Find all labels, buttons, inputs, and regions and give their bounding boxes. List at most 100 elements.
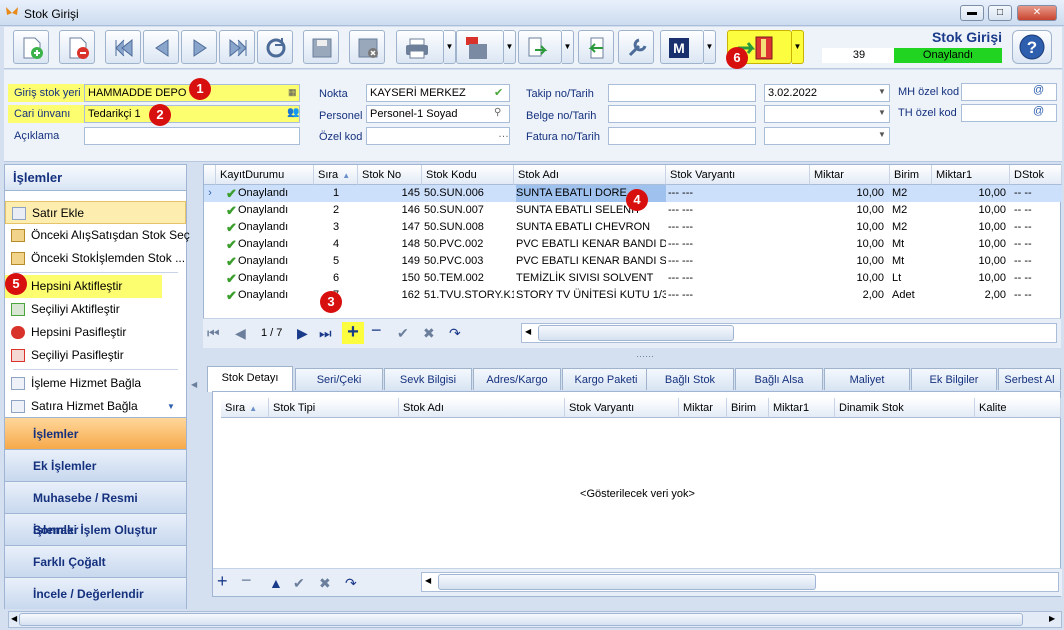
tab-stok-detayi[interactable]: Stok Detayı: [207, 366, 293, 392]
nokta-field[interactable]: KAYSERİ MERKEZ: [366, 84, 510, 102]
table-row[interactable]: ✔ Onaylandı 3 147 50.SUN.008 SUNTA EBATLI CHE…: [204, 219, 1062, 236]
tab-kargo-paketi[interactable]: Kargo Paketi: [562, 368, 650, 390]
column-header[interactable]: Miktar: [679, 398, 727, 418]
column-header[interactable]: DStok: [1010, 165, 1062, 185]
column-header[interactable]: Stok Adı: [399, 398, 565, 418]
column-header[interactable]: Miktar1: [769, 398, 835, 418]
personel-field[interactable]: Personel-1 Soyad: [366, 105, 510, 123]
cancel-x-icon[interactable]: ✖: [319, 575, 331, 592]
table-row[interactable]: ✔ Onaylandı 5 149 50.PVC.003 PVC EBATLI KENAR…: [204, 253, 1062, 270]
last-page-icon[interactable]: ⏭: [319, 325, 332, 342]
cancel-x-icon[interactable]: ✖: [423, 325, 435, 342]
column-header[interactable]: Stok Kodu: [422, 165, 514, 185]
scroll-left-icon[interactable]: ◀: [425, 576, 431, 585]
chevron-down-icon[interactable]: ▼: [878, 108, 886, 117]
export-pdf-button[interactable]: [456, 30, 504, 64]
scroll-left-icon[interactable]: ◀: [11, 614, 17, 623]
sidebar-item-hepsini-aktiflestir[interactable]: Hepsini Aktifleştir: [5, 275, 162, 298]
first-record-button[interactable]: [105, 30, 141, 64]
column-header[interactable]: Dinamik Stok: [835, 398, 975, 418]
confirm-check-icon[interactable]: ✔: [397, 325, 409, 342]
belge-no-field[interactable]: [608, 105, 756, 123]
settings-tools-button[interactable]: [618, 30, 654, 64]
first-page-icon[interactable]: ⏮: [207, 325, 220, 342]
belge-tarih-field[interactable]: [764, 105, 890, 123]
at-sign-icon[interactable]: @: [1033, 105, 1044, 117]
remove-row-icon[interactable]: −: [241, 570, 252, 591]
column-header[interactable]: KayıtDurumu: [216, 165, 314, 185]
previous-record-button[interactable]: [143, 30, 179, 64]
print-dropdown-button[interactable]: ▼: [444, 30, 456, 64]
save-button[interactable]: [303, 30, 339, 64]
help-button[interactable]: ?: [1012, 30, 1052, 64]
new-document-button[interactable]: [13, 30, 49, 64]
add-row-plus-icon[interactable]: +: [342, 322, 364, 344]
column-header[interactable]: Stok Adı: [514, 165, 666, 185]
refresh-arrow-icon[interactable]: ↷: [449, 325, 461, 342]
tab-sevk-bilgisi[interactable]: Sevk Bilgisi: [384, 368, 472, 390]
takip-no-field[interactable]: [608, 84, 756, 102]
table-row[interactable]: ✔ Onaylandı 6 150 50.TEM.002 TEMİZLİK SIVISI …: [204, 270, 1062, 287]
minimize-button[interactable]: ▬: [960, 5, 984, 21]
scroll-thumb[interactable]: [19, 613, 1023, 626]
tab-bagli-alsa[interactable]: Bağlı Alsa: [735, 368, 823, 390]
takip-tarih-field[interactable]: 3.02.2022: [764, 84, 890, 102]
column-header[interactable]: Stok No: [358, 165, 422, 185]
fatura-no-field[interactable]: [608, 127, 756, 145]
delete-document-button[interactable]: [59, 30, 95, 64]
scroll-right-icon[interactable]: ▶: [1049, 614, 1055, 623]
column-header[interactable]: Stok Varyantı: [666, 165, 810, 185]
fatura-tarih-field[interactable]: [764, 127, 890, 145]
sidebar-item-hepsini-pasiflestir[interactable]: Hepsini Pasifleştir: [5, 321, 186, 344]
column-header[interactable]: Stok Tipi: [269, 398, 399, 418]
close-button[interactable]: ✕: [1017, 5, 1057, 21]
column-header[interactable]: Birim: [727, 398, 769, 418]
nav-islemler[interactable]: İşlemler: [5, 417, 186, 449]
save-close-button[interactable]: [349, 30, 385, 64]
exit-dropdown-button[interactable]: ▼: [792, 30, 804, 64]
m-module-button[interactable]: M: [660, 30, 704, 64]
sidebar-item-isleme-hizmet[interactable]: İşleme Hizmet Bağla: [5, 372, 186, 395]
tab-seri-ceki[interactable]: Seri/Çeki: [295, 368, 383, 390]
next-page-icon[interactable]: ▶: [297, 325, 308, 342]
nav-muhasebe[interactable]: Muhasebe / Resmi İşlemler: [5, 481, 186, 537]
import-button[interactable]: [578, 30, 614, 64]
next-record-button[interactable]: [181, 30, 217, 64]
refresh-arrow-icon[interactable]: ↷: [345, 575, 357, 592]
sidebar-item-seciliyi-aktiflestir[interactable]: Seçiliyi Aktifleştir: [5, 298, 186, 321]
column-header[interactable]: Kalite: [975, 398, 1061, 418]
previous-page-icon[interactable]: ◀: [235, 325, 246, 342]
m-module-dropdown[interactable]: ▼: [704, 30, 716, 64]
aciklama-field[interactable]: [84, 127, 300, 145]
print-button[interactable]: [396, 30, 444, 64]
maximize-button[interactable]: □: [988, 5, 1012, 21]
sidebar-item-onceki-alis-satis[interactable]: Önceki AlışSatışdan Stok Seç: [5, 224, 190, 247]
people-lookup-icon[interactable]: 👥: [287, 107, 299, 118]
move-up-icon[interactable]: ▲: [269, 575, 283, 591]
tab-adres-kargo[interactable]: Adres/Kargo: [473, 368, 561, 390]
scroll-thumb[interactable]: [538, 325, 734, 341]
nav-incele[interactable]: İncele / Değerlendir: [5, 577, 186, 609]
chevron-down-icon[interactable]: ▼: [878, 130, 886, 139]
ozel-kod-field[interactable]: [366, 127, 510, 145]
export-dropdown-button[interactable]: ▼: [504, 30, 516, 64]
person-lookup-icon[interactable]: ⚲: [494, 107, 501, 118]
sidebar-item-onceki-stok-islem[interactable]: Önceki Stokİşlemden Stok ...: [5, 247, 186, 270]
nav-sonraki-islem[interactable]: Sonraki İşlem Oluştur: [5, 513, 186, 545]
confirm-check-icon[interactable]: ✔: [293, 575, 305, 592]
detail-horizontal-scrollbar[interactable]: ◀: [421, 572, 1059, 592]
chevron-down-icon[interactable]: ▼: [167, 395, 175, 418]
tab-bagli-stok[interactable]: Bağlı Stok: [646, 368, 734, 390]
tab-ek-bilgiler[interactable]: Ek Bilgiler: [911, 368, 997, 390]
column-header[interactable]: Miktar: [810, 165, 890, 185]
sidebar-item-seciliyi-pasiflestir[interactable]: Seçiliyi Pasifleştir: [5, 344, 186, 367]
window-horizontal-scrollbar[interactable]: ◀ ▶: [8, 611, 1062, 628]
transfer-dropdown-button[interactable]: ▼: [562, 30, 574, 64]
scroll-left-icon[interactable]: ◀: [525, 327, 531, 336]
column-header[interactable]: Miktar1: [932, 165, 1010, 185]
add-row-plus-icon[interactable]: +: [217, 571, 228, 592]
collapse-sidebar-arrow[interactable]: ◀: [191, 380, 197, 389]
last-record-button[interactable]: [219, 30, 255, 64]
chevron-down-icon[interactable]: ▼: [878, 87, 886, 96]
column-header[interactable]: Birim: [890, 165, 932, 185]
